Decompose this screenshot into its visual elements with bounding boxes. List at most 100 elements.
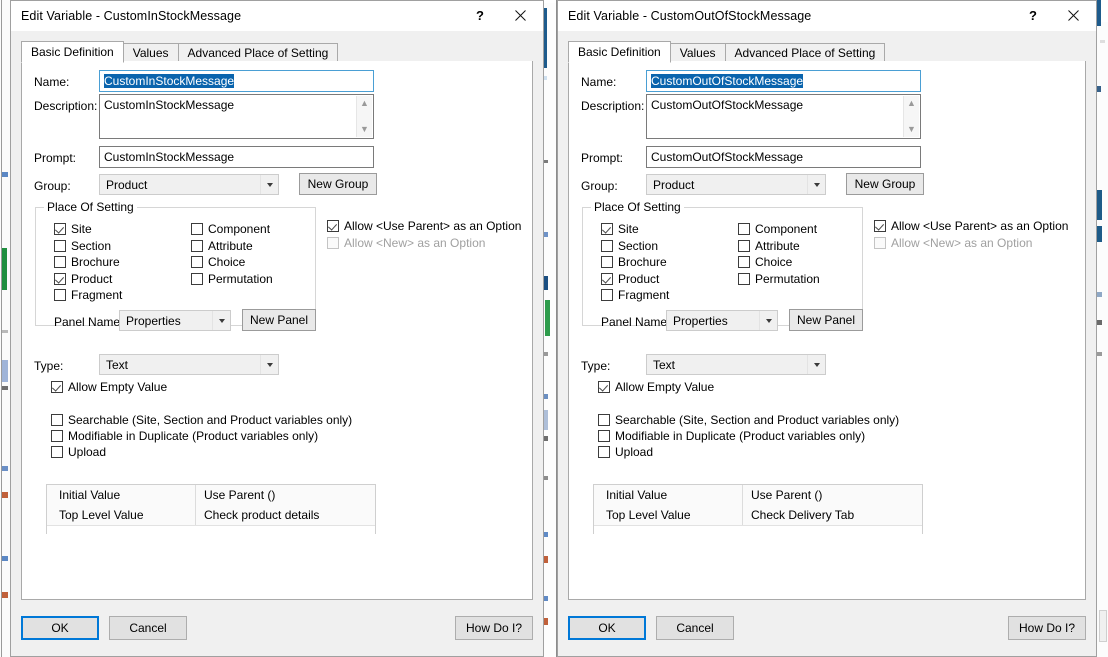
type-select[interactable]: Text <box>646 354 826 375</box>
value-grid[interactable]: Initial Value Use Parent () Top Level Valu… <box>593 484 923 534</box>
prompt-input[interactable]: CustomInStockMessage <box>99 146 374 168</box>
checkbox-label: Site <box>618 222 639 236</box>
how-do-i-button[interactable]: How Do I? <box>455 616 533 640</box>
panel-name-select[interactable]: Properties <box>666 310 778 331</box>
checkbox-allow-empty-value[interactable]: Allow Empty Value <box>598 380 714 394</box>
group-select[interactable]: Product <box>99 174 279 195</box>
new-group-button[interactable]: New Group <box>846 173 924 195</box>
checkbox-site[interactable]: Site <box>54 222 92 236</box>
new-panel-button[interactable]: New Panel <box>242 309 316 331</box>
checkbox-fragment[interactable]: Fragment <box>601 288 669 302</box>
ok-button[interactable]: OK <box>568 616 646 640</box>
checkbox-choice[interactable]: Choice <box>738 255 792 269</box>
new-group-button[interactable]: New Group <box>299 173 377 195</box>
checkbox-fragment[interactable]: Fragment <box>54 288 122 302</box>
description-scrollbar[interactable]: ▲ ▼ <box>903 96 919 137</box>
tab-strip: Basic Definition Values Advanced Place of … <box>21 41 533 63</box>
checkbox-label: Section <box>71 238 112 253</box>
tab-advanced-place-of-setting[interactable]: Advanced Place of Setting <box>177 43 339 63</box>
name-input[interactable]: CustomOutOfStockMessage <box>646 70 921 92</box>
ok-button[interactable]: OK <box>21 616 99 640</box>
type-select-value: Text <box>106 357 129 372</box>
checkbox-choice[interactable]: Choice <box>191 255 245 269</box>
table-row[interactable]: Initial Value Use Parent () <box>594 485 922 505</box>
scroll-up-icon[interactable]: ▲ <box>360 96 369 111</box>
checkbox-modifiable-in-duplicate[interactable]: Modifiable in Duplicate (Product variabl… <box>51 429 318 443</box>
checkbox-label: Choice <box>208 255 246 269</box>
checkbox-upload[interactable]: Upload <box>598 445 653 459</box>
panel-name-label: Panel Name: <box>54 315 124 329</box>
chevron-down-icon[interactable] <box>807 175 825 194</box>
description-scrollbar[interactable]: ▲ ▼ <box>356 96 372 137</box>
checkbox-permutation[interactable]: Permutation <box>191 272 273 286</box>
group-select[interactable]: Product <box>646 174 826 195</box>
checkbox-label: Section <box>618 238 659 253</box>
table-row[interactable]: Initial Value Use Parent () <box>47 485 375 505</box>
chevron-down-icon[interactable] <box>212 311 230 330</box>
chevron-down-icon[interactable] <box>807 355 825 374</box>
checkbox-label: Allow <Use Parent> as an Option <box>344 219 522 233</box>
tab-page-basic-definition: Name: CustomInStockMessage Description: Cus… <box>21 61 533 600</box>
checkbox-modifiable-in-duplicate[interactable]: Modifiable in Duplicate (Product variabl… <box>598 429 865 443</box>
checkbox-component[interactable]: Component <box>191 222 270 236</box>
background-window-right[interactable] <box>1096 0 1108 657</box>
checkbox-searchable[interactable]: Searchable (Site, Section and Product va… <box>51 413 352 427</box>
prompt-input[interactable]: CustomOutOfStockMessage <box>646 146 921 168</box>
close-icon[interactable] <box>498 1 543 30</box>
checkbox-brochure[interactable]: Brochure <box>54 255 120 269</box>
cancel-button[interactable]: Cancel <box>109 616 187 640</box>
scroll-down-icon[interactable]: ▼ <box>907 122 916 137</box>
checkbox-attribute[interactable]: Attribute <box>191 239 253 253</box>
close-icon[interactable] <box>1051 1 1096 30</box>
table-row[interactable]: Top Level Value Check product details <box>47 505 375 525</box>
checkbox-section[interactable]: Section <box>54 239 111 253</box>
checkbox-component[interactable]: Component <box>738 222 817 236</box>
name-input[interactable]: CustomInStockMessage <box>99 70 374 92</box>
checkbox-permutation[interactable]: Permutation <box>738 272 820 286</box>
checkbox-upload[interactable]: Upload <box>51 445 106 459</box>
help-icon[interactable]: ? <box>1015 1 1051 30</box>
scroll-up-icon[interactable]: ▲ <box>907 96 916 111</box>
prompt-label: Prompt: <box>581 151 624 165</box>
checkbox-attribute[interactable]: Attribute <box>738 239 800 253</box>
how-do-i-button[interactable]: How Do I? <box>1008 616 1086 640</box>
checkbox-box <box>598 414 610 426</box>
tab-advanced-place-of-setting[interactable]: Advanced Place of Setting <box>724 43 886 63</box>
scroll-down-icon[interactable]: ▼ <box>360 122 369 137</box>
description-input[interactable]: CustomInStockMessage ▲ ▼ <box>99 94 374 139</box>
window-controls: ? <box>462 1 543 30</box>
description-input[interactable]: CustomOutOfStockMessage ▲ ▼ <box>646 94 921 139</box>
cancel-button[interactable]: Cancel <box>656 616 734 640</box>
checkbox-searchable[interactable]: Searchable (Site, Section and Product va… <box>598 413 899 427</box>
title-bar[interactable]: Edit Variable - CustomInStockMessage? <box>11 1 543 31</box>
panel-name-select[interactable]: Properties <box>119 310 231 331</box>
value-grid[interactable]: Initial Value Use Parent () Top Level Valu… <box>46 484 376 534</box>
chevron-down-icon[interactable] <box>260 355 278 374</box>
tab-values[interactable]: Values <box>669 43 726 63</box>
checkbox-product[interactable]: Product <box>601 272 659 286</box>
table-row[interactable]: Top Level Value Check Delivery Tab <box>594 505 922 525</box>
dialog-footer: OK Cancel How Do I? <box>568 610 1086 646</box>
checkbox-box <box>601 223 613 235</box>
checkbox-brochure[interactable]: Brochure <box>601 255 667 269</box>
place-of-setting-group: Place Of Setting Site Section Brochure Produ… <box>35 200 316 331</box>
chevron-down-icon[interactable] <box>759 311 777 330</box>
checkbox-product[interactable]: Product <box>54 272 112 286</box>
tab-values[interactable]: Values <box>122 43 179 63</box>
checkbox-allow-use-parent[interactable]: Allow <Use Parent> as an Option <box>874 219 1068 233</box>
checkbox-box <box>327 220 339 232</box>
chevron-down-icon[interactable] <box>260 175 278 194</box>
checkbox-site[interactable]: Site <box>601 222 639 236</box>
checkbox-section[interactable]: Section <box>601 239 658 253</box>
tab-basic-definition[interactable]: Basic Definition <box>21 41 124 63</box>
edit-variable-dialog[interactable]: Edit Variable - CustomOutOfStockMessage?… <box>557 0 1097 657</box>
checkbox-allow-empty-value[interactable]: Allow Empty Value <box>51 380 167 394</box>
help-icon[interactable]: ? <box>462 1 498 30</box>
edit-variable-dialog[interactable]: Edit Variable - CustomInStockMessage? Bas… <box>10 0 544 657</box>
title-bar[interactable]: Edit Variable - CustomOutOfStockMessage? <box>558 1 1096 31</box>
type-select[interactable]: Text <box>99 354 279 375</box>
checkbox-allow-use-parent[interactable]: Allow <Use Parent> as an Option <box>327 219 521 233</box>
new-panel-button[interactable]: New Panel <box>789 309 863 331</box>
tab-basic-definition[interactable]: Basic Definition <box>568 41 671 63</box>
grid-cell-value: Use Parent () <box>742 485 922 505</box>
